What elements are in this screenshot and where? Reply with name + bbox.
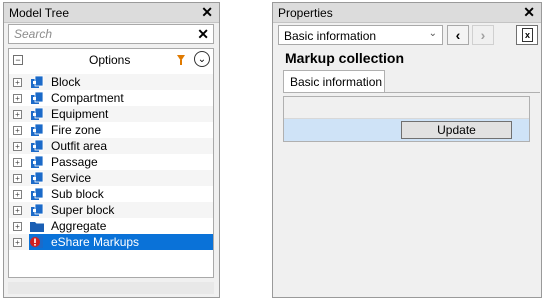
expand-icon[interactable]: + — [13, 126, 22, 135]
markup-icon — [30, 236, 43, 248]
tree-view: − Options ⌄ + Block + Compartment + Equipment… — [8, 48, 214, 278]
clear-search-icon[interactable]: ✕ — [197, 25, 209, 43]
tree-item[interactable]: + Super block — [9, 202, 213, 218]
properties-toolbar: Basic information ⌄ ‹ › x — [278, 25, 538, 47]
model-tree-panel: Model Tree ✕ ✕ − Options ⌄ + Block + Compar… — [3, 2, 220, 298]
chevron-down-icon: ⌄ — [428, 28, 437, 39]
tree-item-label: Sub block — [51, 187, 104, 201]
object-icon — [31, 123, 44, 136]
previous-button[interactable]: ‹ — [447, 25, 469, 45]
view-select[interactable]: Basic information ⌄ — [278, 25, 443, 45]
tree-item[interactable]: + Passage — [9, 154, 213, 170]
tree-item[interactable]: + Equipment — [9, 106, 213, 122]
expand-icon[interactable]: + — [13, 110, 22, 119]
search-input[interactable] — [9, 25, 194, 43]
expand-icon[interactable]: + — [13, 94, 22, 103]
object-icon — [31, 203, 44, 216]
section-title: Markup collection — [285, 50, 405, 66]
tree-item[interactable]: + Outfit area — [9, 138, 213, 154]
folder-icon — [30, 222, 44, 232]
model-tree-title: Model Tree — [9, 6, 70, 20]
tree-item-label: Super block — [51, 203, 115, 217]
tree-item-label: Compartment — [51, 91, 124, 105]
object-icon — [31, 91, 44, 104]
object-icon — [31, 139, 44, 152]
export-excel-button[interactable]: x — [516, 25, 538, 45]
tree-item[interactable]: + Fire zone — [9, 122, 213, 138]
tree-item-label: Outfit area — [51, 139, 108, 153]
tree-item[interactable]: + Compartment — [9, 90, 213, 106]
expand-icon[interactable]: + — [13, 158, 22, 167]
properties-panel: Properties ✕ Basic information ⌄ ‹ › x M… — [272, 2, 542, 298]
view-select-value: Basic information — [284, 29, 377, 43]
expand-icon[interactable]: + — [13, 78, 22, 87]
next-button[interactable]: › — [472, 25, 494, 45]
grid-row — [284, 97, 529, 119]
update-button[interactable]: Update — [401, 121, 512, 139]
expand-icon[interactable]: + — [13, 190, 22, 199]
object-icon — [31, 171, 44, 184]
tree-rows: + Block + Compartment + Equipment + Fire zone + O… — [9, 74, 213, 250]
status-bar — [8, 282, 214, 294]
options-header: − Options ⌄ — [9, 49, 213, 71]
expand-icon[interactable]: + — [13, 206, 22, 215]
object-icon — [31, 187, 44, 200]
tree-item-label: Fire zone — [51, 123, 102, 137]
tree-item-label: Aggregate — [51, 219, 107, 233]
tree-item[interactable]: + eShare Markups — [9, 234, 213, 250]
model-tree-titlebar: Model Tree ✕ — [4, 3, 219, 23]
close-icon[interactable]: ✕ — [201, 4, 213, 20]
tree-item-label: Service — [51, 171, 92, 185]
tree-item[interactable]: + Aggregate — [9, 218, 213, 234]
expand-icon[interactable]: + — [13, 222, 22, 231]
property-grid: Update — [283, 96, 530, 142]
tab-bar: Basic information — [283, 70, 540, 93]
expand-icon[interactable]: + — [13, 142, 22, 151]
object-icon — [31, 107, 44, 120]
expand-icon[interactable]: + — [13, 238, 22, 247]
grid-row-selected: Update — [284, 119, 529, 141]
tab-basic-information[interactable]: Basic information — [283, 70, 385, 92]
excel-icon: x — [522, 28, 533, 42]
collapse-all-icon[interactable]: − — [13, 55, 23, 65]
tree-item-label: Passage — [51, 155, 98, 169]
tree-item-label: Block — [51, 75, 81, 89]
tree-item-label: eShare Markups — [51, 235, 140, 249]
object-icon — [31, 75, 44, 88]
properties-title: Properties — [278, 6, 333, 20]
properties-titlebar: Properties ✕ — [273, 3, 541, 23]
tree-item[interactable]: + Block — [9, 74, 213, 90]
close-icon[interactable]: ✕ — [523, 4, 535, 20]
object-icon — [31, 155, 44, 168]
search-box: ✕ — [8, 24, 214, 44]
expand-icon[interactable]: + — [13, 174, 22, 183]
filter-icon[interactable] — [177, 55, 185, 65]
tree-item-label: Equipment — [51, 107, 109, 121]
chevron-down-icon[interactable]: ⌄ — [194, 51, 210, 67]
tree-item[interactable]: + Service — [9, 170, 213, 186]
options-label[interactable]: Options — [89, 53, 130, 67]
tree-item[interactable]: + Sub block — [9, 186, 213, 202]
